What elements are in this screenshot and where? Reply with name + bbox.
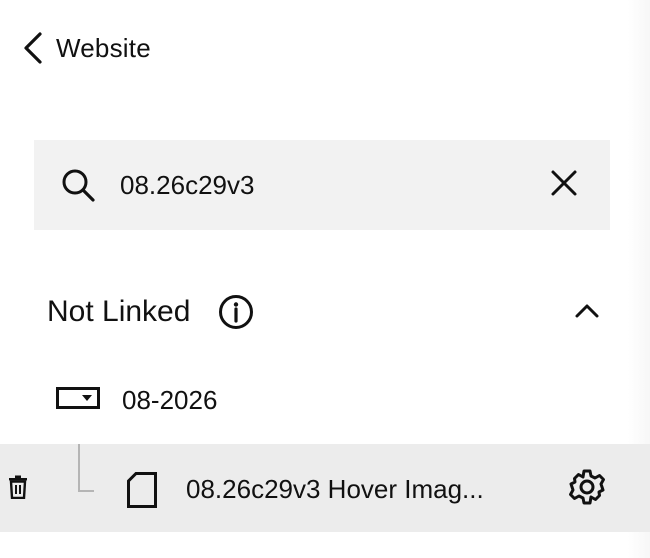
back-to-website-button[interactable]: Website [22,28,151,68]
close-icon [549,168,579,203]
trash-icon [7,475,29,504]
search-icon [60,167,96,203]
clear-search-button[interactable] [546,167,582,203]
gear-icon [568,468,606,511]
search-box [34,140,610,230]
chevron-left-icon [22,31,44,65]
page-settings-button[interactable] [568,468,606,511]
page-icon [127,472,157,508]
not-linked-section-header[interactable]: Not Linked [47,290,607,334]
chevron-up-icon [574,301,600,324]
folder-label: 08-2026 [122,384,218,415]
collapse-section-button[interactable] [573,298,601,326]
info-icon[interactable] [218,294,254,330]
tree-connector [78,444,94,492]
folder-dropdown-icon [56,385,100,416]
page-item[interactable]: 08.26c29v3 Hover Imag... [0,444,650,532]
folder-item[interactable]: 08-2026 [56,378,217,422]
pages-panel: Website Not Linked [0,0,650,558]
section-title: Not Linked [47,295,191,328]
search-input[interactable] [120,165,510,205]
page-label: 08.26c29v3 Hover Imag... [186,474,484,504]
delete-page-button[interactable] [6,475,30,504]
back-label: Website [56,32,151,63]
